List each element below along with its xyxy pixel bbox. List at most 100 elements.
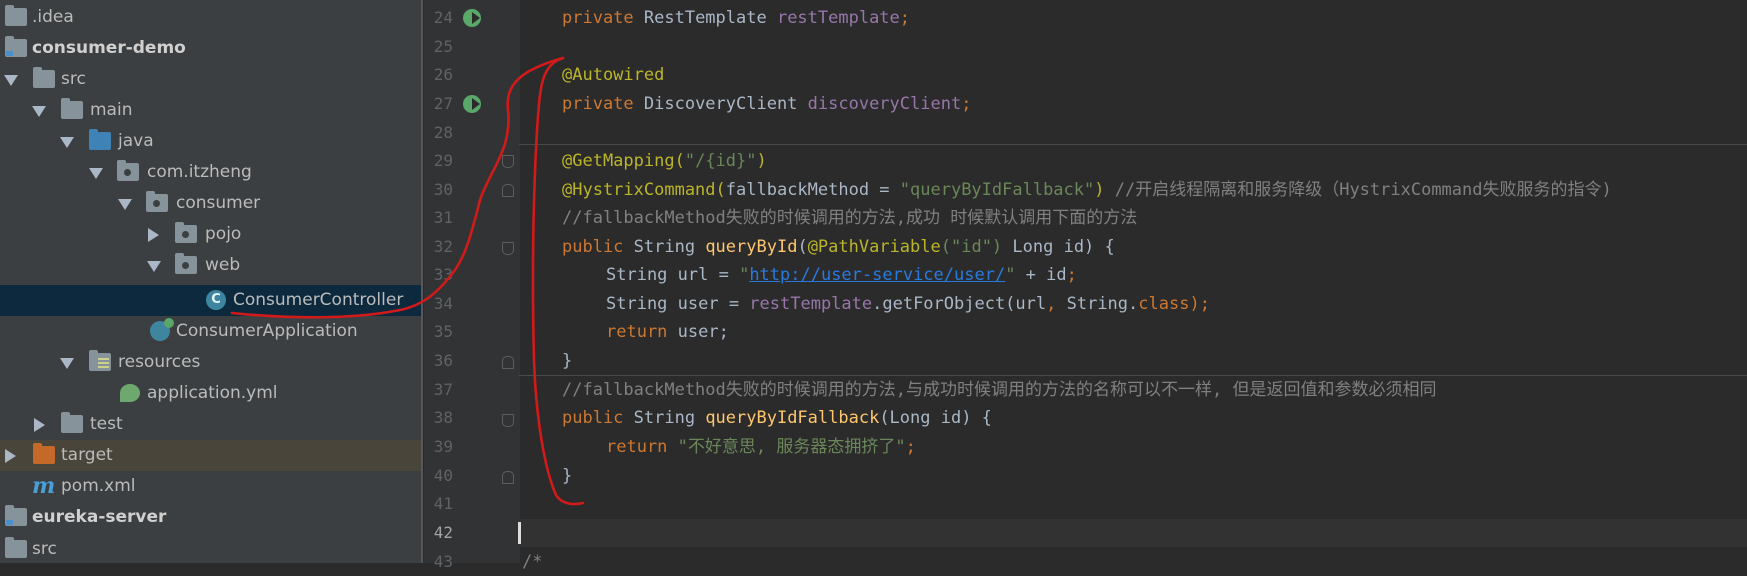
autowired-navigate-icon[interactable] (463, 95, 481, 113)
code-token: ; (899, 8, 911, 28)
fold-icon[interactable] (502, 471, 514, 484)
code-token: @Autowired (562, 65, 665, 85)
folder-icon (5, 5, 27, 26)
tree-item-consumer-demo[interactable]: consumer-demo (0, 33, 423, 64)
code-token: String (633, 237, 706, 257)
code-token: String. (1066, 294, 1139, 314)
chevron-down-icon[interactable] (89, 168, 103, 179)
text-caret (518, 522, 521, 544)
tree-item-resources[interactable]: resources (0, 347, 423, 378)
autowired-navigate-icon[interactable] (463, 9, 481, 27)
chevron-down-icon[interactable] (4, 75, 18, 86)
code-token: ); (1189, 294, 1210, 314)
code-line-29: @GetMapping("/{id}") (562, 147, 767, 175)
code-token: fallbackMethod = (725, 180, 900, 200)
tree-item-src[interactable]: src (0, 64, 423, 95)
tree-item-label: com.itzheng (147, 162, 252, 182)
code-line-31: //fallbackMethod失败的时候调用的方法,成功 时候默认调用下面的方… (562, 204, 1137, 232)
code-comment: //fallbackMethod失败的时候调用的方法,与成功时候调用的方法的名称… (562, 380, 1437, 400)
line-number: 36 (433, 351, 453, 370)
chevron-right-icon[interactable] (5, 449, 16, 463)
tree-item-consumer-application[interactable]: ConsumerApplication (0, 316, 423, 347)
tree-item-consumer[interactable]: consumer (0, 188, 423, 219)
code-token: queryByIdFallback (705, 408, 880, 428)
line-number: 35 (433, 322, 453, 341)
tree-item-test[interactable]: test (0, 409, 423, 440)
tree-item-idea[interactable]: .idea (0, 2, 423, 33)
code-url[interactable]: http://user-service/user/ (749, 265, 1005, 285)
tree-item-consumer-controller[interactable]: C ConsumerController (0, 285, 423, 316)
fold-icon[interactable] (502, 242, 514, 255)
tree-item-eureka-server[interactable]: eureka-server (0, 502, 423, 533)
tree-item-com-itzheng[interactable]: com.itzheng (0, 157, 423, 188)
tree-item-main[interactable]: main (0, 95, 423, 126)
line-number: 27 (433, 94, 453, 113)
code-line-34: String user = restTemplate.getForObject(… (606, 290, 1210, 318)
code-line-40: } (562, 462, 572, 490)
spring-boot-app-icon (150, 318, 174, 341)
folder-icon (33, 67, 55, 88)
chevron-down-icon[interactable] (32, 106, 46, 117)
code-token: class (1138, 294, 1190, 314)
chevron-down-icon[interactable] (147, 261, 161, 272)
folder-icon (61, 98, 83, 119)
chevron-down-icon[interactable] (60, 137, 74, 148)
line-number: 33 (433, 265, 453, 284)
tree-item-label: web (205, 255, 241, 275)
code-token: "不好意思, 服务器态拥挤了" (677, 437, 906, 457)
fold-icon[interactable] (502, 356, 514, 369)
tree-item-application-yml[interactable]: application.yml (0, 378, 423, 409)
code-line-24: private RestTemplate restTemplate; (562, 4, 910, 32)
code-token: public (562, 237, 634, 257)
line-number: 29 (433, 151, 453, 170)
code-line-32: public String queryById(@PathVariable("i… (562, 233, 1115, 261)
line-number: 28 (433, 123, 453, 142)
line-number: 26 (433, 65, 453, 84)
tree-item-label: ConsumerController (233, 290, 404, 310)
line-number: 25 (433, 37, 453, 56)
code-comment: //fallbackMethod失败的时候调用的方法,成功 时候默认调用下面的方… (562, 208, 1138, 228)
code-token: } (562, 351, 573, 371)
code-line-39: return "不好意思, 服务器态拥挤了"; (606, 433, 916, 461)
code-token: public (562, 408, 634, 428)
chevron-down-icon[interactable] (60, 358, 74, 369)
chevron-down-icon[interactable] (118, 199, 132, 210)
excluded-folder-icon (33, 443, 55, 464)
tree-item-pojo[interactable]: pojo (0, 219, 423, 250)
tree-item-java[interactable]: java (0, 126, 423, 157)
code-line-38: public String queryByIdFallback(Long id)… (562, 404, 992, 432)
method-separator (519, 144, 1747, 145)
package-icon (117, 160, 139, 181)
line-number: 24 (433, 8, 453, 27)
tree-item-web[interactable]: web (0, 250, 423, 281)
fold-icon[interactable] (502, 184, 514, 197)
code-token: discoveryClient (807, 94, 962, 114)
tree-item-src-2[interactable]: src (0, 534, 423, 563)
tree-item-pom-xml[interactable]: m pom.xml (0, 471, 423, 502)
code-token: (Long id) { (879, 408, 992, 428)
fold-icon[interactable] (502, 414, 514, 427)
spring-config-icon (120, 384, 140, 402)
code-token: ; (961, 94, 972, 114)
tree-item-label: target (61, 445, 113, 465)
line-number: 31 (433, 208, 453, 227)
line-number: 38 (433, 408, 453, 427)
code-line-30: @HystrixCommand(fallbackMethod = "queryB… (562, 176, 1612, 204)
line-number: 37 (433, 380, 453, 399)
code-token: , (1046, 294, 1067, 314)
line-number: 30 (433, 180, 453, 199)
code-comment: /* (522, 552, 543, 572)
code-line-35: return user; (606, 318, 729, 346)
code-line-33: String url = "http://user-service/user/"… (606, 261, 1077, 289)
package-icon (175, 222, 197, 243)
resources-folder-icon (89, 350, 111, 371)
tree-item-label: consumer (176, 193, 261, 213)
code-token: return (606, 322, 678, 342)
tree-item-label: src (32, 539, 57, 559)
code-token: ("id") (940, 237, 1003, 257)
chevron-right-icon[interactable] (148, 228, 159, 242)
chevron-right-icon[interactable] (34, 418, 45, 432)
fold-icon[interactable] (502, 155, 514, 168)
tree-item-label: .idea (32, 7, 74, 27)
tree-item-target[interactable]: target (0, 440, 423, 471)
